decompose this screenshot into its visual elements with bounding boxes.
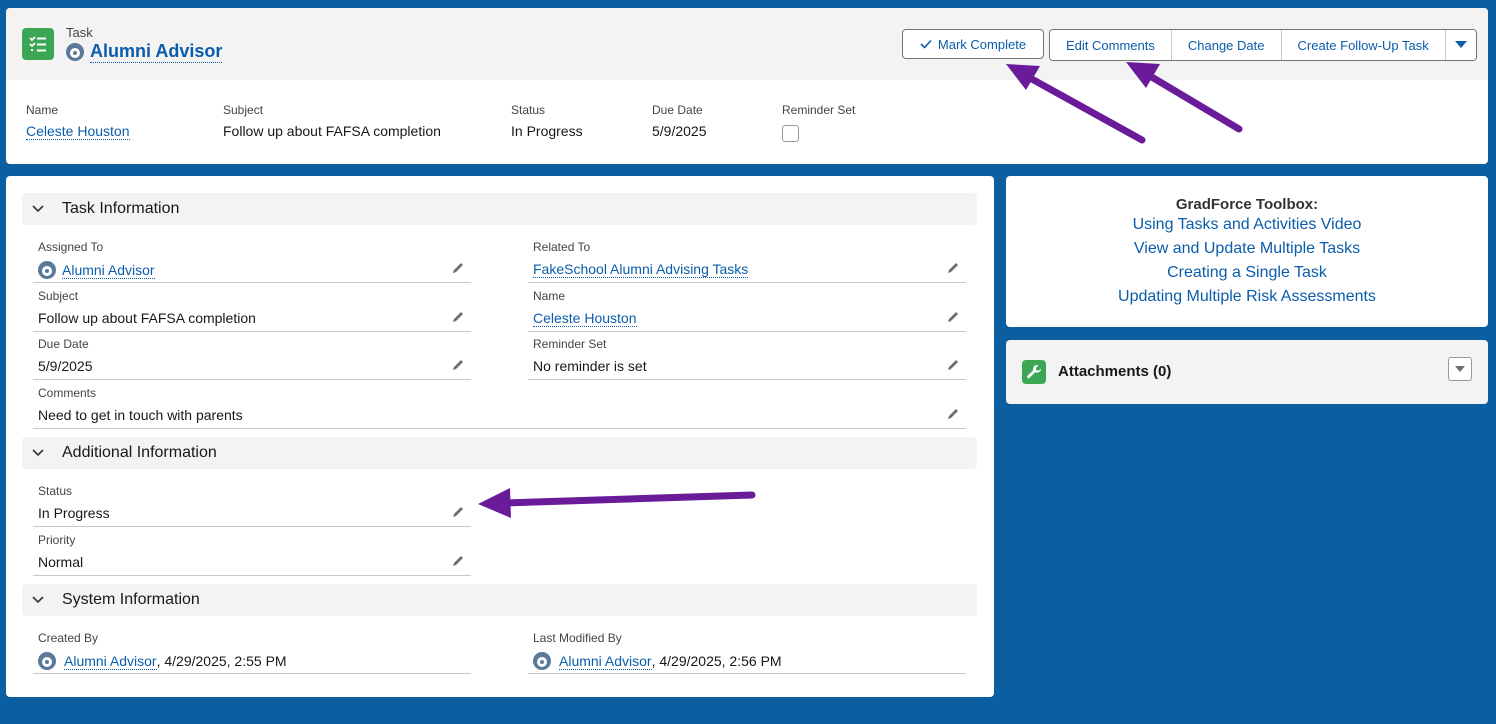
create-follow-up-task-button[interactable]: Create Follow-Up Task: [1281, 30, 1446, 60]
user-avatar-icon: [533, 652, 551, 670]
due-date-value: 5/9/2025: [38, 358, 93, 374]
section-header-system-information[interactable]: System Information: [22, 584, 977, 616]
field-subject: Subject Follow up about FAFSA completion: [33, 283, 471, 332]
highlight-subject-value: Follow up about FAFSA completion: [223, 123, 441, 139]
pencil-icon[interactable]: [946, 407, 960, 421]
pencil-icon[interactable]: [451, 505, 465, 519]
header-bar: Task Alumni Advisor Mark Complete Edit C…: [6, 8, 1488, 80]
toolbox-link[interactable]: View and Update Multiple Tasks: [1006, 237, 1488, 261]
field-label: Name: [533, 289, 566, 303]
field-name: Name Celeste Houston: [528, 283, 966, 332]
section-header-additional-information[interactable]: Additional Information: [22, 437, 977, 469]
checkmark-icon: [920, 39, 932, 49]
record-title-link[interactable]: Alumni Advisor: [90, 40, 223, 63]
field-label: Comments: [38, 386, 97, 400]
field-status: Status In Progress: [33, 478, 471, 527]
highlight-due-date: Due Date 5/9/2025: [652, 103, 707, 139]
attachments-card: Attachments (0): [1006, 340, 1488, 404]
section-title: Additional Information: [62, 444, 217, 461]
mark-complete-label: Mark Complete: [937, 36, 1027, 52]
field-comments: Comments Need to get in touch with paren…: [33, 380, 966, 429]
field-label: Assigned To: [38, 240, 104, 254]
field-label: Subject: [38, 289, 79, 303]
reminder-set-value: No reminder is set: [533, 358, 647, 374]
status-value: In Progress: [38, 505, 110, 521]
change-date-button[interactable]: Change Date: [1171, 30, 1282, 60]
user-avatar-icon: [38, 652, 56, 670]
object-type-label: Task: [66, 25, 93, 40]
edit-comments-button[interactable]: Edit Comments: [1050, 30, 1172, 60]
toolbox-title: GradForce Toolbox:: [1175, 196, 1319, 213]
pencil-icon[interactable]: [451, 358, 465, 372]
pencil-icon[interactable]: [946, 261, 960, 275]
attachments-menu-button[interactable]: [1448, 357, 1472, 381]
more-actions-button[interactable]: [1445, 30, 1476, 60]
chevron-down-icon: [1454, 41, 1467, 48]
chevron-down-icon: [32, 205, 46, 213]
field-created-by: Created By Alumni Advisor, 4/29/2025, 2:…: [33, 625, 471, 674]
field-last-modified-by: Last Modified By Alumni Advisor, 4/29/20…: [528, 625, 966, 674]
field-priority: Priority Normal: [33, 527, 471, 576]
last-modified-by-link[interactable]: Alumni Advisor: [559, 653, 652, 670]
highlight-label: Reminder Set: [782, 103, 856, 117]
name-link[interactable]: Celeste Houston: [533, 310, 637, 327]
chevron-down-icon: [32, 596, 46, 604]
field-reminder-set: Reminder Set No reminder is set: [528, 331, 966, 380]
field-due-date: Due Date 5/9/2025: [33, 331, 471, 380]
highlight-name: Name Celeste Houston: [26, 103, 130, 140]
subject-value: Follow up about FAFSA completion: [38, 310, 256, 326]
created-by-timestamp: , 4/29/2025, 2:55 PM: [156, 653, 287, 669]
section-title: System Information: [62, 591, 200, 608]
wrench-icon: [1022, 360, 1046, 384]
section-title: Task Information: [62, 200, 180, 217]
user-avatar-icon: [38, 261, 56, 279]
task-icon: [22, 28, 54, 60]
field-label: Created By: [38, 631, 99, 645]
highlight-status: Status In Progress: [511, 103, 583, 139]
field-label: Last Modified By: [533, 631, 622, 645]
highlight-reminder-set: Reminder Set: [782, 103, 855, 145]
pencil-icon[interactable]: [451, 554, 465, 568]
attachments-title[interactable]: Attachments (0): [1058, 363, 1171, 380]
highlight-status-value: In Progress: [511, 123, 583, 139]
pencil-icon[interactable]: [946, 310, 960, 324]
toolbox-link[interactable]: Using Tasks and Activities Video: [1006, 213, 1488, 237]
record-header: Task Alumni Advisor Mark Complete Edit C…: [6, 8, 1488, 164]
pencil-icon[interactable]: [946, 358, 960, 372]
comments-value: Need to get in touch with parents: [38, 407, 243, 423]
reminder-set-checkbox: [782, 125, 799, 142]
field-label: Related To: [533, 240, 591, 254]
page-title[interactable]: Alumni Advisor: [66, 40, 223, 63]
highlight-label: Name: [26, 103, 59, 117]
related-to-link[interactable]: FakeSchool Alumni Advising Tasks: [533, 261, 749, 278]
toolbox-link[interactable]: Creating a Single Task: [1006, 261, 1488, 285]
pencil-icon[interactable]: [451, 310, 465, 324]
details-card: Task Information Assigned To Alumni Advi…: [6, 176, 994, 697]
highlight-name-link[interactable]: Celeste Houston: [26, 123, 130, 140]
gradforce-toolbox: GradForce Toolbox: Using Tasks and Activ…: [1006, 176, 1488, 327]
field-label: Due Date: [38, 337, 89, 351]
field-label: Reminder Set: [533, 337, 607, 351]
highlight-due-date-value: 5/9/2025: [652, 123, 707, 139]
chevron-down-icon: [1455, 366, 1465, 372]
section-header-task-information[interactable]: Task Information: [22, 193, 977, 225]
mark-complete-button[interactable]: Mark Complete: [902, 29, 1044, 59]
highlight-subject: Subject Follow up about FAFSA completion: [223, 103, 441, 139]
highlight-label: Status: [511, 103, 546, 117]
user-avatar-icon: [66, 42, 84, 61]
field-related-to: Related To FakeSchool Alumni Advising Ta…: [528, 234, 966, 283]
action-button-group: Edit Comments Change Date Create Follow-…: [1049, 29, 1477, 61]
created-by-link[interactable]: Alumni Advisor: [64, 653, 157, 670]
pencil-icon[interactable]: [451, 261, 465, 275]
priority-value: Normal: [38, 554, 84, 570]
field-assigned-to: Assigned To Alumni Advisor: [33, 234, 471, 283]
field-label: Priority: [38, 533, 76, 547]
highlight-label: Due Date: [652, 103, 703, 117]
toolbox-link[interactable]: Updating Multiple Risk Assessments: [1006, 285, 1488, 309]
last-modified-timestamp: , 4/29/2025, 2:56 PM: [651, 653, 782, 669]
highlight-label: Subject: [223, 103, 264, 117]
assigned-to-link[interactable]: Alumni Advisor: [62, 262, 155, 279]
chevron-down-icon: [32, 449, 46, 457]
field-label: Status: [38, 484, 73, 498]
